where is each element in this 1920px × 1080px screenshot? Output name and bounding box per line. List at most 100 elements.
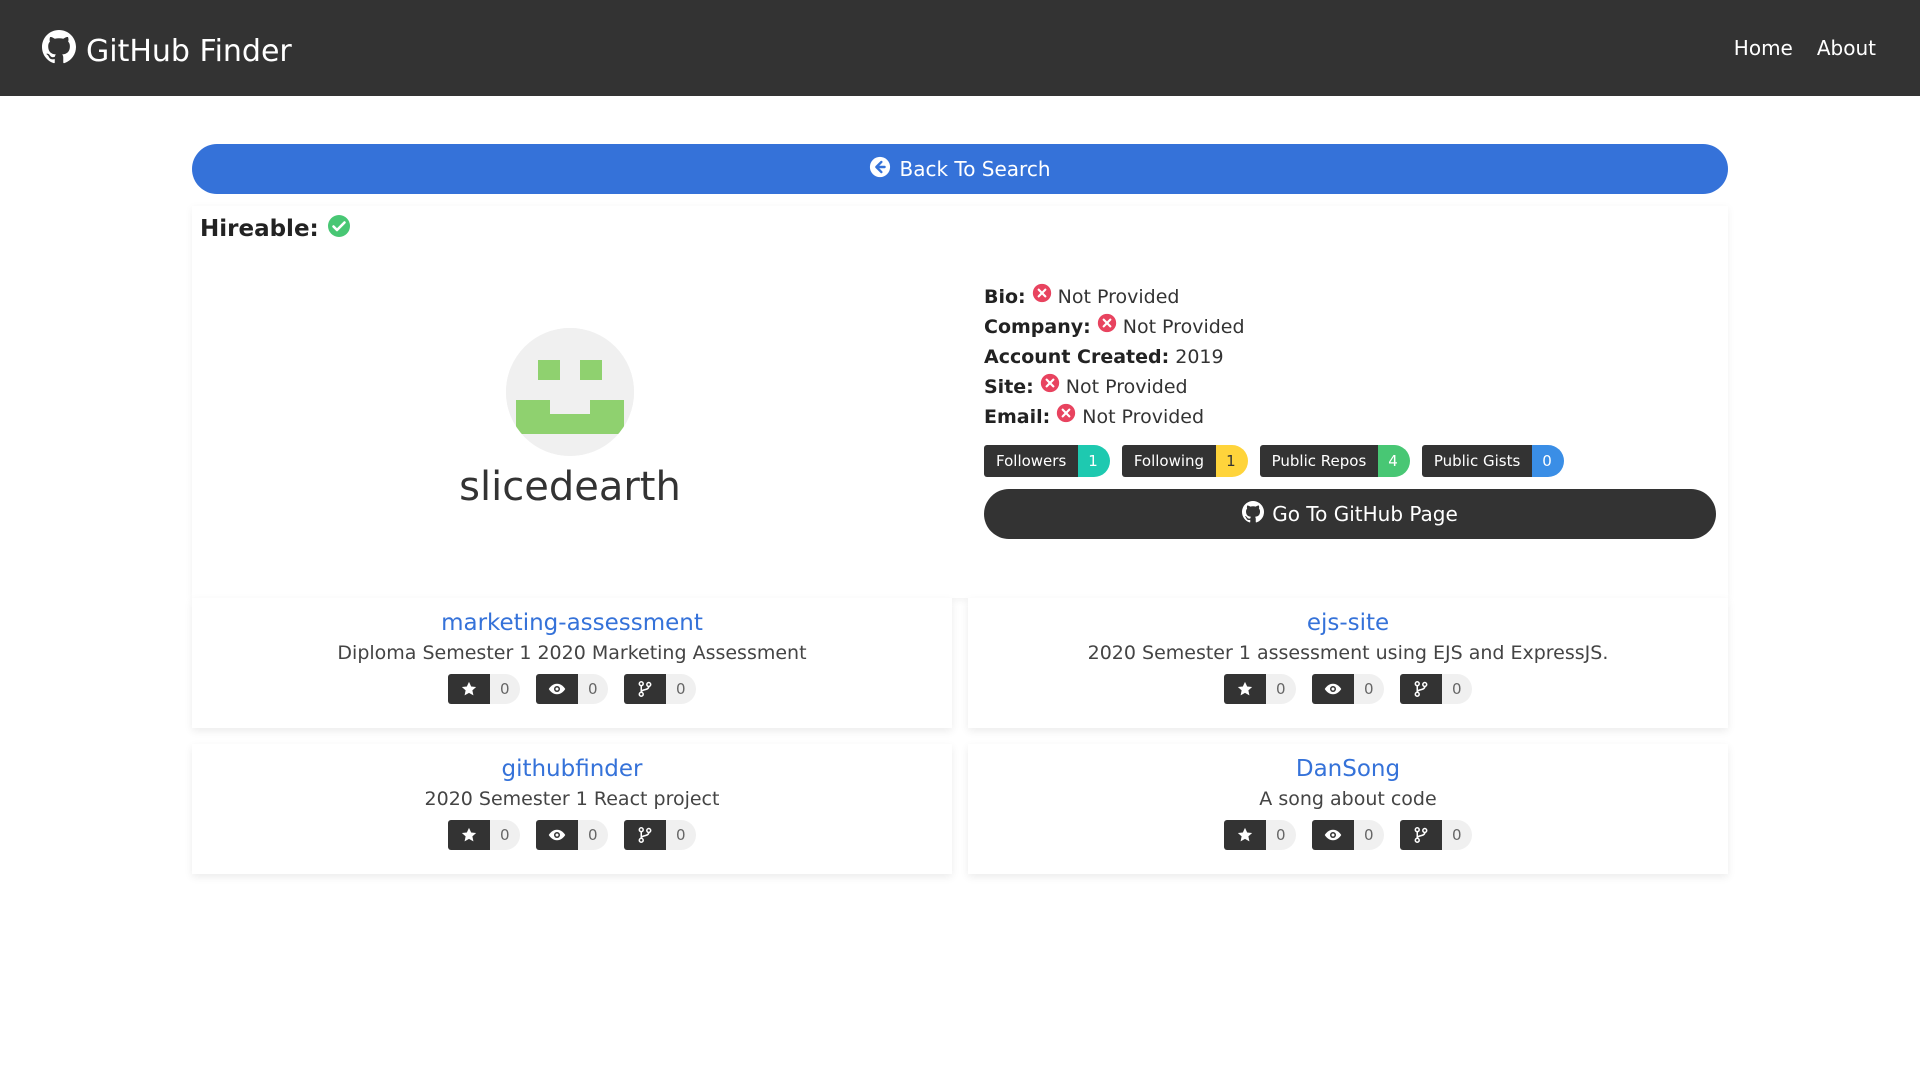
watcher-count: 0 <box>1354 820 1384 850</box>
badge-followers: Followers 1 <box>984 445 1110 477</box>
repo-card: DanSong A song about code 0 0 0 <box>968 744 1728 874</box>
repo-stats: 0 0 0 <box>192 820 952 850</box>
go-to-github-label: Go To GitHub Page <box>1272 502 1458 526</box>
avatar <box>506 328 634 456</box>
times-circle-icon <box>1056 402 1076 432</box>
badge-label: Public Gists <box>1421 445 1533 477</box>
repo-watchers: 0 <box>1312 674 1384 704</box>
profile-info: Bio: Not Provided Company: Not Provided … <box>984 282 1245 432</box>
repo-stars: 0 <box>448 820 520 850</box>
badge-count: 4 <box>1378 445 1410 477</box>
info-email: Email: Not Provided <box>984 402 1245 432</box>
badge-count: 0 <box>1532 445 1564 477</box>
fork-count: 0 <box>666 820 696 850</box>
star-count: 0 <box>1266 674 1296 704</box>
repo-card: ejs-site 2020 Semester 1 assessment usin… <box>968 598 1728 728</box>
fork-count: 0 <box>1442 820 1472 850</box>
repo-forks: 0 <box>1400 820 1472 850</box>
nav-links: Home About <box>1734 36 1876 60</box>
info-value: Not Provided <box>1057 286 1180 308</box>
badge-label: Following <box>1121 445 1217 477</box>
star-icon <box>448 820 490 850</box>
info-account-created: Account Created: 2019 <box>984 342 1245 372</box>
badge-label: Public Repos <box>1259 445 1379 477</box>
times-circle-icon <box>1032 282 1052 312</box>
star-count: 0 <box>1266 820 1296 850</box>
star-count: 0 <box>490 820 520 850</box>
watcher-count: 0 <box>1354 674 1384 704</box>
navbar: GitHub Finder Home About <box>0 0 1920 96</box>
badge-count: 1 <box>1216 445 1248 477</box>
repo-stars: 0 <box>448 674 520 704</box>
repo-stats: 0 0 0 <box>968 674 1728 704</box>
repo-forks: 0 <box>624 820 696 850</box>
info-site: Site: Not Provided <box>984 372 1245 402</box>
username: slicedearth <box>459 464 681 510</box>
info-bio: Bio: Not Provided <box>984 282 1245 312</box>
repo-forks: 0 <box>1400 674 1472 704</box>
repo-forks: 0 <box>624 674 696 704</box>
badge-public-repos: Public Repos 4 <box>1259 445 1410 477</box>
watcher-count: 0 <box>578 820 608 850</box>
info-label: Site: <box>984 376 1034 398</box>
arrow-circle-left-icon <box>869 156 891 183</box>
info-label: Bio: <box>984 286 1026 308</box>
info-company: Company: Not Provided <box>984 312 1245 342</box>
check-circle-icon <box>327 214 351 244</box>
repo-description: 2020 Semester 1 assessment using EJS and… <box>1087 642 1609 664</box>
nav-link-home[interactable]: Home <box>1734 36 1793 60</box>
repo-watchers: 0 <box>536 820 608 850</box>
fork-count: 0 <box>666 674 696 704</box>
stat-badges: Followers 1 Following 1 Public Repos 4 P… <box>984 445 1564 477</box>
back-to-search-label: Back To Search <box>899 157 1051 181</box>
repo-description: A song about code <box>1259 788 1437 810</box>
nav-link-about[interactable]: About <box>1817 36 1876 60</box>
eye-icon <box>536 674 578 704</box>
brand-title: GitHub Finder <box>86 33 292 69</box>
star-icon <box>448 674 490 704</box>
eye-icon <box>1312 674 1354 704</box>
star-count: 0 <box>490 674 520 704</box>
badge-count: 1 <box>1078 445 1110 477</box>
code-branch-icon <box>624 674 666 704</box>
info-value: Not Provided <box>1122 316 1245 338</box>
back-to-search-button[interactable]: Back To Search <box>192 144 1728 194</box>
repo-watchers: 0 <box>536 674 608 704</box>
repo-description: Diploma Semester 1 2020 Marketing Assess… <box>337 642 807 664</box>
badge-label: Followers <box>984 445 1079 477</box>
repo-name-link[interactable]: marketing-assessment <box>192 610 952 636</box>
repo-name-link[interactable]: ejs-site <box>968 610 1728 636</box>
info-value: 2019 <box>1175 346 1224 368</box>
code-branch-icon <box>1400 674 1442 704</box>
brand[interactable]: GitHub Finder <box>42 30 292 72</box>
info-value: Not Provided <box>1065 376 1188 398</box>
repo-description: 2020 Semester 1 React project <box>424 788 720 810</box>
github-icon <box>1242 500 1265 528</box>
code-branch-icon <box>624 820 666 850</box>
code-branch-icon <box>1400 820 1442 850</box>
repo-card: githubfinder 2020 Semester 1 React proje… <box>192 744 952 874</box>
repo-name-link[interactable]: DanSong <box>968 756 1728 782</box>
repo-stats: 0 0 0 <box>192 674 952 704</box>
star-icon <box>1224 674 1266 704</box>
eye-icon <box>1312 820 1354 850</box>
watcher-count: 0 <box>578 674 608 704</box>
profile-card: Hireable: slicedearth Bio: Not Provided … <box>192 206 1728 598</box>
info-label: Account Created: <box>984 346 1170 368</box>
github-icon <box>42 30 76 72</box>
go-to-github-button[interactable]: Go To GitHub Page <box>984 489 1716 539</box>
info-label: Company: <box>984 316 1091 338</box>
badge-following: Following 1 <box>1121 445 1248 477</box>
repo-stats: 0 0 0 <box>968 820 1728 850</box>
repo-name-link[interactable]: githubfinder <box>192 756 952 782</box>
star-icon <box>1224 820 1266 850</box>
times-circle-icon <box>1040 372 1060 402</box>
repo-card: marketing-assessment Diploma Semester 1 … <box>192 598 952 728</box>
hireable-status: Hireable: <box>200 214 351 244</box>
repo-watchers: 0 <box>1312 820 1384 850</box>
times-circle-icon <box>1097 312 1117 342</box>
eye-icon <box>536 820 578 850</box>
badge-public-gists: Public Gists 0 <box>1421 445 1564 477</box>
hireable-label: Hireable: <box>200 216 319 242</box>
info-label: Email: <box>984 406 1051 428</box>
